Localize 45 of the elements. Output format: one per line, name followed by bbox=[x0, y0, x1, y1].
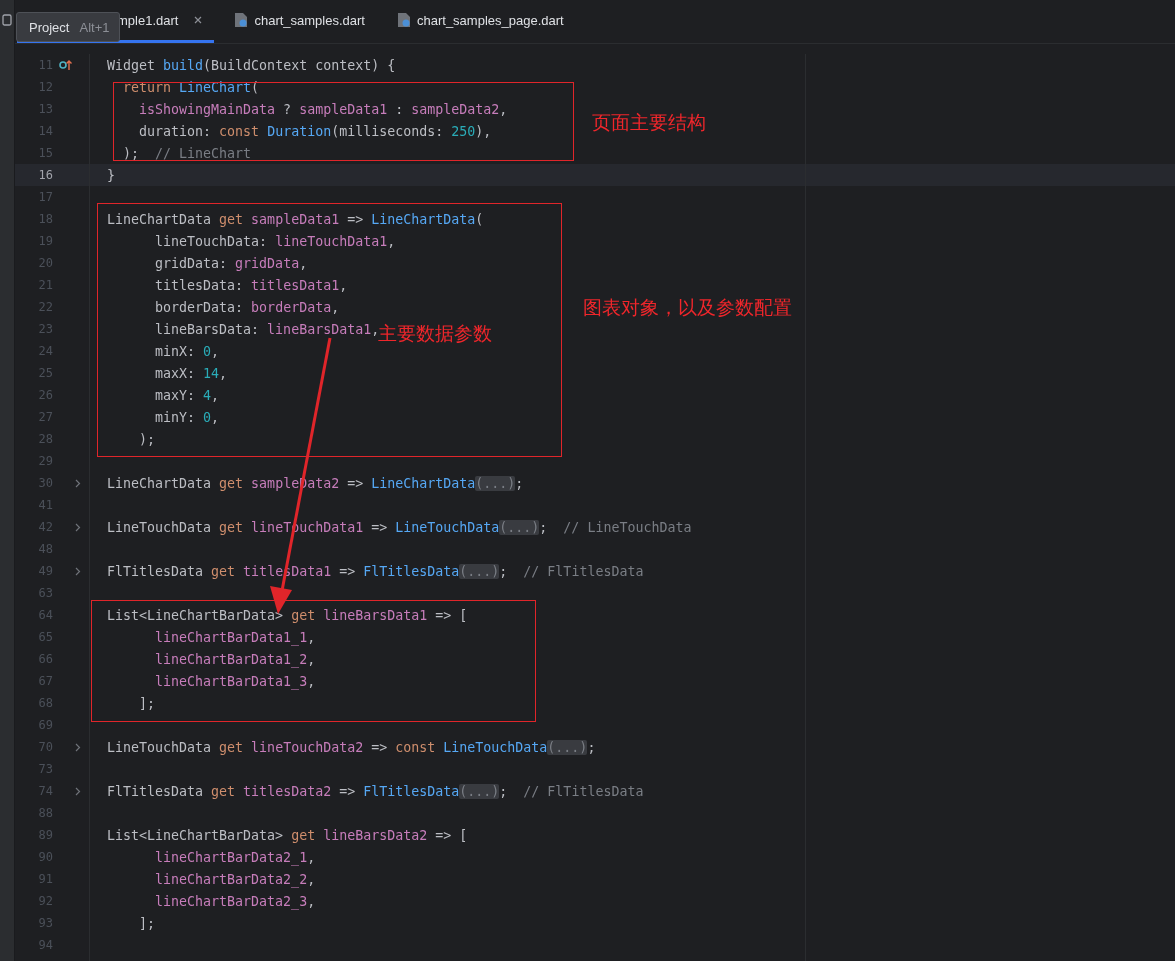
override-icon[interactable] bbox=[59, 59, 73, 71]
code-line: LineTouchData get lineTouchData2 => const LineTouchData(...); bbox=[107, 739, 596, 755]
chevron-right-icon[interactable] bbox=[75, 742, 81, 752]
chevron-right-icon[interactable] bbox=[75, 566, 81, 576]
code-line: ]; bbox=[139, 915, 156, 931]
code-line: borderData: borderData, bbox=[155, 299, 340, 315]
code-line: ); // LineChart bbox=[123, 145, 252, 161]
code-line: titlesData: titlesData1, bbox=[155, 277, 348, 293]
code-line: maxX: 14, bbox=[155, 365, 228, 381]
code-line: lineChartBarData2_2, bbox=[155, 871, 316, 887]
code-line: lineChartBarData1_1, bbox=[155, 629, 316, 645]
code-line: lineChartBarData1_2, bbox=[155, 651, 316, 667]
code-line: ); bbox=[139, 431, 156, 447]
chevron-right-icon[interactable] bbox=[75, 522, 81, 532]
tooltip-title: Project bbox=[29, 19, 70, 35]
code-line: lineTouchData: lineTouchData1, bbox=[155, 233, 396, 249]
code-line: lineChartBarData2_1, bbox=[155, 849, 316, 865]
editor-tab[interactable]: chart_samples_page.dart bbox=[387, 0, 576, 43]
line-number: 16 bbox=[37, 168, 53, 182]
file-icon bbox=[397, 12, 411, 28]
code-line: LineChartData get sampleData1 => LineChartData( bbox=[107, 211, 484, 227]
file-icon bbox=[234, 12, 249, 28]
code-line: ]; bbox=[139, 695, 156, 711]
code-line: lineChartBarData1_3, bbox=[155, 673, 316, 689]
close-icon[interactable] bbox=[194, 16, 203, 24]
annotation-note: 主要数据参数 bbox=[378, 321, 492, 346]
code-line: minY: 0, bbox=[155, 409, 220, 425]
code-line: lineChartBarData2_3, bbox=[155, 893, 316, 909]
annotation-note: 页面主要结构 bbox=[592, 110, 706, 135]
code-line: } bbox=[107, 167, 115, 183]
editor-tab[interactable]: chart_samples.dart bbox=[224, 0, 377, 43]
code-line: List<LineChartBarData> get lineBarsData2 => [ bbox=[107, 827, 468, 843]
code-line: List<LineChartBarData> get lineBarsData1 => [ bbox=[107, 607, 468, 623]
shortcut-label: Alt+1 bbox=[79, 19, 110, 35]
chevron-right-icon[interactable] bbox=[75, 478, 81, 488]
annotation-note: 图表对象，以及参数配置 bbox=[583, 295, 792, 320]
code-line: FlTitlesData get titlesData2 => FlTitlesData(...); // FlTitlesData bbox=[107, 783, 644, 799]
code-line: gridData: gridData, bbox=[155, 255, 308, 271]
code-line: lineBarsData: lineBarsData1, bbox=[155, 321, 380, 337]
code-line: isShowingMainData ? sampleData1 : sampleData2, bbox=[139, 101, 508, 117]
chevron-right-icon[interactable] bbox=[75, 786, 81, 796]
code-line: maxY: 4, bbox=[155, 387, 220, 403]
code-line: minX: 0, bbox=[155, 343, 220, 359]
code-line: Widget build(BuildContext context) { bbox=[107, 57, 396, 73]
code-line: duration: const Duration(milliseconds: 250), bbox=[139, 123, 492, 139]
